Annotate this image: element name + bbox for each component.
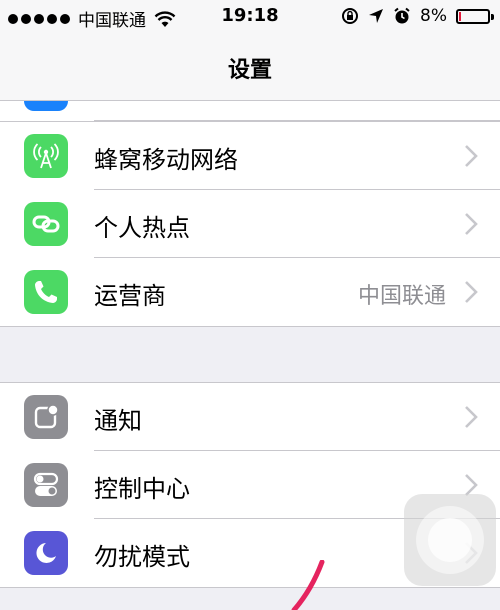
- page-title: 设置: [227, 58, 272, 83]
- partial-row-icon: [24, 101, 68, 111]
- annotation-arrow-icon: [291, 560, 325, 610]
- settings-row-notifications[interactable]: 通知: [0, 383, 500, 451]
- do-not-disturb-icon: [24, 531, 68, 575]
- settings-row-label: 蜂窝移动网络: [94, 146, 238, 174]
- chevron-right-icon: [465, 145, 478, 167]
- notifications-icon: [24, 395, 68, 439]
- hotspot-icon: [24, 202, 68, 246]
- battery-level-fill: [459, 11, 461, 21]
- battery-icon: [456, 8, 494, 24]
- status-bar: 中国联通 19:18 8%: [0, 0, 500, 34]
- list-item-partial[interactable]: [0, 101, 500, 121]
- settings-row-cellular[interactable]: 蜂窝移动网络: [0, 122, 500, 190]
- rotation-lock-icon: [342, 8, 359, 24]
- alarm-icon: [394, 7, 410, 24]
- settings-row-label: 通知: [94, 407, 142, 435]
- settings-row-hotspot[interactable]: 个人热点: [0, 190, 500, 258]
- settings-row-label: 控制中心: [94, 475, 190, 503]
- chevron-right-icon: [465, 406, 478, 428]
- status-right: 8%: [341, 6, 494, 26]
- settings-row-carrier[interactable]: 运营商 中国联通: [0, 258, 500, 326]
- control-center-icon: [24, 463, 68, 507]
- settings-group-network: 蜂窝移动网络 个人热点 运营商 中国联通: [0, 121, 500, 327]
- carrier-value: 中国联通: [357, 284, 446, 309]
- settings-row-label: 运营商: [94, 282, 166, 310]
- cellular-icon: [24, 134, 68, 178]
- phone-icon: [24, 270, 68, 314]
- chevron-right-icon: [465, 281, 478, 303]
- settings-row-label: 个人热点: [94, 214, 190, 242]
- navigation-bar: 设置: [0, 34, 500, 101]
- battery-percent: 8%: [420, 6, 447, 26]
- chevron-right-icon: [465, 213, 478, 235]
- assistive-touch-button[interactable]: [404, 494, 496, 586]
- settings-row-label: 勿扰模式: [94, 543, 190, 571]
- location-icon: [369, 9, 384, 23]
